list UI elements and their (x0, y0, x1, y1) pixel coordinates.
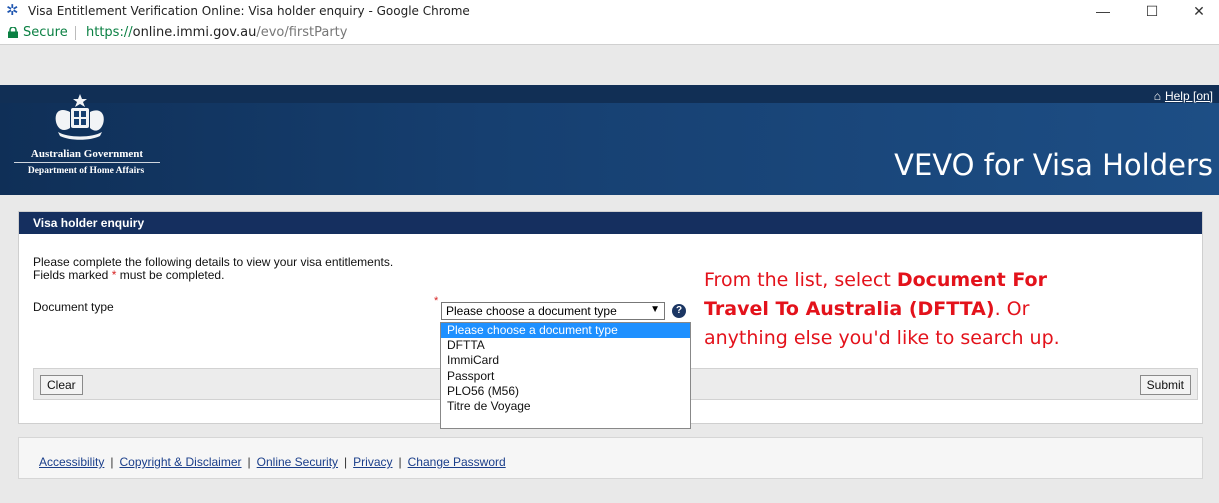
help-link[interactable]: ⌂ Help [on] (1154, 89, 1213, 103)
footer-separator: | (247, 455, 251, 469)
footer-link-accessibility[interactable]: Accessibility (39, 455, 104, 469)
browser-window: ✲ Visa Entitlement Verification Online: … (0, 0, 1219, 45)
help-label: Help [on] (1164, 89, 1213, 103)
dropdown-option[interactable]: ImmiCard (441, 353, 690, 368)
instruction-annotation: From the list, select Document For Trave… (704, 266, 1104, 353)
url-text[interactable]: https://online.immi.gov.au/evo/firstPart… (86, 25, 347, 40)
help-question-icon[interactable]: ? (672, 304, 686, 318)
lock-icon (8, 27, 18, 38)
secure-label: Secure (23, 25, 68, 40)
document-type-label: Document type (33, 300, 114, 314)
title-bar: ✲ Visa Entitlement Verification Online: … (0, 0, 1219, 22)
footer-link-copyright[interactable]: Copyright & Disclaimer (119, 455, 241, 469)
dropdown-option[interactable]: Passport (441, 369, 690, 384)
footer-link-change-password[interactable]: Change Password (408, 455, 506, 469)
footer-separator: | (110, 455, 114, 469)
annotation-part1: From the list, select (704, 269, 897, 291)
document-type-select[interactable]: Please choose a document type ▼ (441, 302, 665, 320)
gov-divider (14, 162, 160, 163)
dropdown-option[interactable]: Please choose a document type (441, 323, 690, 339)
minimize-button[interactable]: — (1083, 0, 1123, 22)
footer: Accessibility | Copyright & Disclaimer | Onl… (18, 437, 1203, 479)
department-name: Department of Home Affairs (27, 166, 145, 176)
footer-separator: | (398, 455, 402, 469)
dropdown-option[interactable]: DFTTA (441, 338, 690, 353)
window-title: Visa Entitlement Verification Online: Vi… (28, 4, 470, 18)
required-note-a: Fields marked (33, 268, 112, 282)
gov-name: Australian Government (30, 148, 144, 160)
close-button[interactable]: ✕ (1179, 0, 1219, 22)
banner-top-strip (0, 85, 1219, 103)
maximize-button[interactable]: ☐ (1132, 0, 1172, 22)
panel-header: Visa holder enquiry (19, 212, 1202, 234)
document-type-dropdown[interactable]: Please choose a document type DFTTA Immi… (440, 322, 691, 429)
required-asterisk: * (434, 295, 439, 307)
clear-button[interactable]: Clear (40, 375, 83, 395)
intro-text: Please complete the following details to… (33, 255, 394, 269)
dropdown-option[interactable]: Titre de Voyage (441, 399, 690, 414)
footer-link-online-security[interactable]: Online Security (257, 455, 338, 469)
url-scheme: https:// (86, 25, 133, 40)
address-separator (75, 26, 76, 40)
panel-title: Visa holder enquiry (33, 216, 145, 230)
url-host: online.immi.gov.au (132, 25, 257, 40)
required-note-b: must be completed. (116, 268, 225, 282)
home-icon: ⌂ (1153, 89, 1161, 103)
footer-link-privacy[interactable]: Privacy (353, 455, 392, 469)
address-bar[interactable]: Secure https://online.immi.gov.au/evo/fi… (0, 22, 1219, 45)
submit-button[interactable]: Submit (1139, 375, 1191, 395)
dropdown-option[interactable]: PLO56 (M56) (441, 384, 690, 399)
chevron-down-icon: ▼ (650, 304, 660, 315)
url-path: /evo/firstParty (256, 25, 348, 40)
app-title: VEVO for Visa Holders (894, 148, 1213, 182)
select-value: Please choose a document type (446, 304, 617, 318)
coat-of-arms-logo (55, 94, 104, 140)
required-note: Fields marked * must be completed. (33, 268, 224, 282)
footer-links: Accessibility | Copyright & Disclaimer | Onl… (39, 455, 506, 469)
gear-icon: ✲ (6, 2, 19, 19)
footer-separator: | (344, 455, 348, 469)
